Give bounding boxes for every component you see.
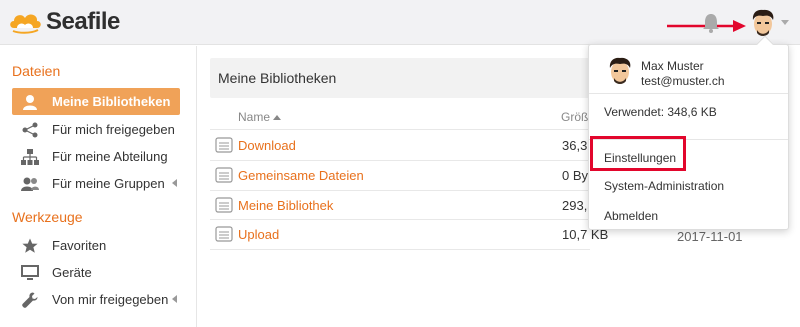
- sidebar-section-tools: Werkzeuge: [12, 209, 83, 225]
- library-modified-date: 2017-11-01: [677, 229, 743, 244]
- menu-item-logout[interactable]: Abmelden: [604, 209, 658, 223]
- sidebar: Dateien Meine Bibliotheken Für mich frei…: [0, 46, 197, 327]
- library-name-link[interactable]: Upload: [238, 227, 279, 242]
- user-email: test@muster.ch: [641, 74, 725, 88]
- sidebar-item-devices[interactable]: Geräte: [12, 259, 180, 286]
- sidebar-section-files: Dateien: [12, 63, 61, 79]
- seafile-logo-icon: [10, 14, 41, 34]
- table-row[interactable]: Upload 10,7 KB: [210, 220, 608, 249]
- library-name-link[interactable]: Gemeinsame Dateien: [238, 168, 364, 183]
- user-name: Max Muster: [641, 59, 704, 73]
- share-icon: [20, 120, 40, 140]
- chevron-left-icon[interactable]: [172, 295, 177, 303]
- sidebar-item-label: Meine Bibliotheken: [52, 94, 171, 109]
- page-title-bar: Meine Bibliotheken: [210, 58, 590, 98]
- sidebar-item-department[interactable]: Für meine Abteilung: [12, 143, 180, 170]
- chevron-down-icon[interactable]: [780, 18, 790, 26]
- sidebar-item-label: Für meine Gruppen: [52, 176, 165, 191]
- sidebar-item-groups[interactable]: Für meine Gruppen: [12, 170, 180, 197]
- bell-icon[interactable]: [701, 12, 721, 34]
- sidebar-item-label: Von mir freigegeben: [52, 292, 169, 307]
- sidebar-item-my-libraries[interactable]: Meine Bibliotheken: [12, 88, 180, 115]
- sidebar-item-label: Favoriten: [52, 238, 107, 253]
- wrench-icon: [20, 290, 40, 310]
- library-icon: [215, 226, 233, 242]
- storage-usage: Verwendet: 348,6 KB: [604, 105, 717, 119]
- page-title: Meine Bibliotheken: [218, 70, 337, 86]
- library-icon: [215, 197, 233, 213]
- annotation-highlight-box: [590, 136, 686, 171]
- chevron-left-icon[interactable]: [172, 179, 177, 187]
- user-icon: [20, 92, 40, 112]
- sidebar-item-shared-with-me[interactable]: Für mich freigegeben: [12, 116, 180, 143]
- library-icon: [215, 137, 233, 153]
- library-icon: [215, 167, 233, 183]
- divider: [210, 129, 590, 130]
- avatar[interactable]: [750, 8, 776, 38]
- star-icon: [20, 236, 40, 256]
- app-name: Seafile: [46, 8, 120, 35]
- group-icon: [20, 174, 40, 194]
- org-chart-icon: [20, 147, 40, 167]
- sidebar-item-shared-by-me[interactable]: Von mir freigegeben: [12, 286, 180, 313]
- menu-item-system-admin[interactable]: System-Administration: [604, 179, 724, 193]
- divider: [210, 249, 590, 250]
- sidebar-item-label: Für meine Abteilung: [52, 149, 168, 164]
- table-row[interactable]: Gemeinsame Dateien 0 Bytes: [210, 161, 605, 190]
- sidebar-item-label: Geräte: [52, 265, 92, 280]
- library-name-link[interactable]: Meine Bibliothek: [238, 198, 333, 213]
- monitor-icon: [20, 263, 40, 283]
- seafile-logo[interactable]: Seafile: [8, 8, 120, 36]
- table-row[interactable]: Download 36,3 MB: [210, 131, 610, 160]
- sidebar-item-label: Für mich freigegeben: [52, 122, 175, 137]
- sidebar-item-favorites[interactable]: Favoriten: [12, 232, 180, 259]
- avatar: [609, 57, 631, 84]
- top-bar: Seafile: [0, 0, 800, 45]
- table-row[interactable]: Meine Bibliothek 293,5 KB: [210, 191, 616, 220]
- column-header-name[interactable]: Name: [238, 110, 282, 124]
- library-name-link[interactable]: Download: [238, 138, 296, 153]
- divider: [589, 93, 788, 94]
- sort-asc-icon: [273, 115, 282, 121]
